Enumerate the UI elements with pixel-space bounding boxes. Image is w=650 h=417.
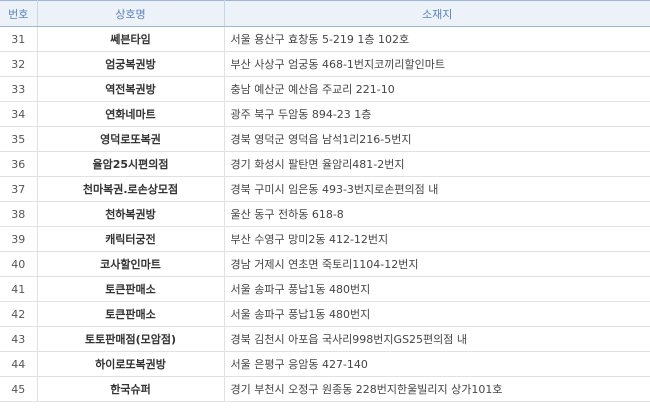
- table-row: 39 캐릭터궁전 부산 수영구 망미2동 412-12번지: [0, 226, 650, 252]
- column-header-address: 소재지: [224, 0, 650, 27]
- store-address: 광주 북구 두암동 894-23 1층: [224, 101, 650, 127]
- row-number: 36: [0, 151, 38, 177]
- store-name: 천하복권방: [37, 201, 225, 227]
- store-name: 캐릭터궁전: [37, 226, 225, 252]
- table-row: 32 엄궁복권방 부산 사상구 엄궁동 468-1번지코끼리할인마트: [0, 51, 650, 77]
- store-name: 코사할인마트: [37, 251, 225, 277]
- store-address: 서울 송파구 풍납1동 480번지: [224, 301, 650, 327]
- row-number: 39: [0, 226, 38, 252]
- row-number: 40: [0, 251, 38, 277]
- row-number: 34: [0, 101, 38, 127]
- row-number: 32: [0, 51, 38, 77]
- store-address: 서울 용산구 효창동 5-219 1층 102호: [224, 26, 650, 52]
- store-name: 쎄븐타임: [37, 26, 225, 52]
- table-row: 35 영덕로또복권 경북 영덕군 영덕읍 남석1리216-5번지: [0, 126, 650, 152]
- store-address: 경남 거제시 연초면 죽토리1104-12번지: [224, 251, 650, 277]
- store-address: 부산 사상구 엄궁동 468-1번지코끼리할인마트: [224, 51, 650, 77]
- store-address: 서울 은평구 응암동 427-140: [224, 351, 650, 377]
- column-header-store-name: 상호명: [37, 0, 225, 27]
- row-number: 42: [0, 301, 38, 327]
- table-row: 36 율암25시편의점 경기 화성시 팔탄면 율암리481-2번지: [0, 151, 650, 177]
- store-name: 엄궁복권방: [37, 51, 225, 77]
- row-number: 31: [0, 26, 38, 52]
- table-row: 31 쎄븐타임 서울 용산구 효창동 5-219 1층 102호: [0, 26, 650, 52]
- table-row: 38 천하복권방 울산 동구 전하동 618-8: [0, 201, 650, 227]
- store-address: 경북 구미시 임은동 493-3번지로손편의점 내: [224, 176, 650, 202]
- store-address: 충남 예산군 예산읍 주교리 221-10: [224, 76, 650, 102]
- table-row: 45 한국슈퍼 경기 부천시 오정구 원종동 228번지한울빌리지 상가101호: [0, 376, 650, 402]
- store-name: 천마복권.로손상모점: [37, 176, 225, 202]
- store-address: 경기 화성시 팔탄면 율암리481-2번지: [224, 151, 650, 177]
- row-number: 37: [0, 176, 38, 202]
- row-number: 38: [0, 201, 38, 227]
- store-address: 경북 영덕군 영덕읍 남석1리216-5번지: [224, 126, 650, 152]
- column-header-number: 번호: [0, 0, 38, 27]
- store-name: 한국슈퍼: [37, 376, 225, 402]
- row-number: 41: [0, 276, 38, 302]
- store-table: 번호 상호명 소재지 31 쎄븐타임 서울 용산구 효창동 5-219 1층 102…: [0, 0, 650, 402]
- store-name: 토큰판매소: [37, 301, 225, 327]
- store-address: 부산 수영구 망미2동 412-12번지: [224, 226, 650, 252]
- store-name: 토큰판매소: [37, 276, 225, 302]
- table-row: 43 토토판매점(모암점) 경북 김천시 아포읍 국사리998번지GS25편의점 내: [0, 326, 650, 352]
- table-row: 42 토큰판매소 서울 송파구 풍납1동 480번지: [0, 301, 650, 327]
- store-name: 하이로또복권방: [37, 351, 225, 377]
- row-number: 45: [0, 376, 38, 402]
- store-address: 서울 송파구 풍납1동 480번지: [224, 276, 650, 302]
- store-address: 울산 동구 전하동 618-8: [224, 201, 650, 227]
- table-row: 37 천마복권.로손상모점 경북 구미시 임은동 493-3번지로손편의점 내: [0, 176, 650, 202]
- table-row: 33 역전복권방 충남 예산군 예산읍 주교리 221-10: [0, 76, 650, 102]
- row-number: 44: [0, 351, 38, 377]
- table-row: 34 연화네마트 광주 북구 두암동 894-23 1층: [0, 101, 650, 127]
- row-number: 35: [0, 126, 38, 152]
- store-name: 토토판매점(모암점): [37, 326, 225, 352]
- store-address: 경북 김천시 아포읍 국사리998번지GS25편의점 내: [224, 326, 650, 352]
- store-name: 역전복권방: [37, 76, 225, 102]
- table-row: 41 토큰판매소 서울 송파구 풍납1동 480번지: [0, 276, 650, 302]
- table-row: 40 코사할인마트 경남 거제시 연초면 죽토리1104-12번지: [0, 251, 650, 277]
- store-name: 율암25시편의점: [37, 151, 225, 177]
- row-number: 33: [0, 76, 38, 102]
- table-row: 44 하이로또복권방 서울 은평구 응암동 427-140: [0, 351, 650, 377]
- store-address: 경기 부천시 오정구 원종동 228번지한울빌리지 상가101호: [224, 376, 650, 402]
- store-name: 영덕로또복권: [37, 126, 225, 152]
- table-header-row: 번호 상호명 소재지: [0, 0, 650, 27]
- store-name: 연화네마트: [37, 101, 225, 127]
- table-body: 31 쎄븐타임 서울 용산구 효창동 5-219 1층 102호 32 엄궁복권방 부산…: [0, 26, 650, 402]
- row-number: 43: [0, 326, 38, 352]
